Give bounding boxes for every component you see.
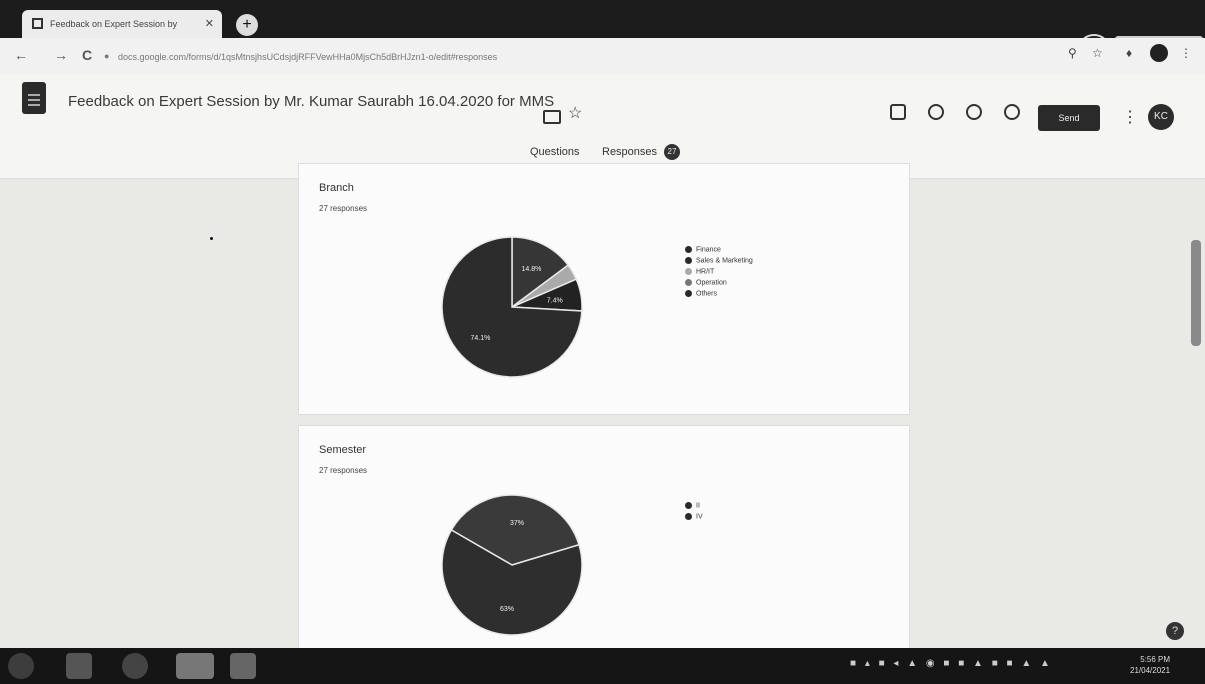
browser-tab-bar: Feedback on Expert Session by ✕ + — [0, 0, 1205, 56]
lock-icon: ● — [104, 51, 110, 61]
slice-data-label: 63% — [500, 606, 514, 613]
folder-icon[interactable] — [543, 110, 561, 124]
more-options-icon[interactable]: ⋮ — [1122, 107, 1138, 127]
legend-item: Finance — [685, 246, 753, 257]
slice-data-label: 7.4% — [547, 297, 563, 304]
response-count: 27 responses — [319, 466, 368, 475]
tab-questions[interactable]: Questions — [530, 146, 580, 158]
branch-pie-chart: 14.8% 7.4% 74.1% — [441, 236, 583, 378]
legend-label: HR/IT — [696, 268, 715, 276]
branch-summary-card: Branch 27 responses 14.8% 7.4% 74.1% Finan… — [298, 163, 910, 415]
scrollbar-thumb[interactable] — [1191, 240, 1201, 346]
legend-item: Others — [685, 290, 753, 301]
legend-swatch — [685, 279, 692, 286]
legend-swatch — [685, 502, 692, 509]
system-tray-icons[interactable]: ■ ▴ ■ ◂ ▲ ◉ ■ ■ ▲ ■ ■ ▲ ▲ — [850, 658, 1053, 669]
browser-menu-icon[interactable]: ⋮ — [1180, 46, 1192, 60]
response-count: 27 responses — [319, 204, 368, 213]
legend-item: Operation — [685, 279, 753, 290]
bookmark-star-icon[interactable]: ☆ — [1092, 46, 1103, 60]
addon-icon[interactable] — [890, 104, 906, 120]
legend-label: Sales & Marketing — [696, 257, 753, 265]
legend-swatch — [685, 513, 692, 520]
slice-data-label: 37% — [510, 520, 524, 527]
question-title: Semester — [319, 444, 367, 456]
legend-label: Operation — [696, 279, 727, 287]
legend-item: IV — [685, 513, 703, 524]
system-clock[interactable]: 5:56 PM 21/04/2021 — [1130, 654, 1170, 676]
question-title: Branch — [319, 182, 354, 194]
responses-count-badge: 27 — [664, 144, 680, 160]
legend-swatch — [685, 246, 692, 253]
address-bar-row: ← → C ● docs.google.com/forms/d/1qsMtnsj… — [0, 38, 1205, 74]
legend-swatch — [685, 268, 692, 275]
forms-logo-icon[interactable] — [22, 82, 46, 114]
form-title[interactable]: Feedback on Expert Session by Mr. Kumar … — [68, 93, 554, 110]
chrome-taskbar-icon[interactable] — [176, 653, 214, 679]
clock-date: 21/04/2021 — [1130, 666, 1171, 675]
browser-tab[interactable]: Feedback on Expert Session by ✕ — [22, 10, 222, 38]
close-tab-icon[interactable]: ✕ — [205, 17, 214, 30]
taskbar: ■ ▴ ■ ◂ ▲ ◉ ■ ■ ▲ ■ ■ ▲ ▲ 5:56 PM 21/04/… — [0, 648, 1205, 684]
tab-responses[interactable]: Responses — [602, 146, 657, 158]
tab-title: Feedback on Expert Session by — [50, 19, 178, 29]
speck — [210, 237, 213, 240]
media-player-icon[interactable] — [122, 653, 148, 679]
legend-label: IV — [696, 513, 703, 521]
branch-legend: Finance Sales & Marketing HR/IT Operatio… — [685, 246, 753, 301]
preview-eye-icon[interactable] — [966, 104, 982, 120]
start-button[interactable] — [8, 653, 34, 679]
settings-gear-icon[interactable] — [1004, 104, 1020, 120]
forms-favicon-icon — [32, 18, 43, 29]
semester-legend: II IV — [685, 502, 703, 524]
legend-label: Finance — [696, 246, 721, 254]
profile-avatar-icon[interactable] — [1150, 44, 1168, 62]
clock-time: 5:56 PM — [1140, 655, 1171, 664]
extension-icon[interactable]: ♦ — [1126, 46, 1132, 60]
legend-item: HR/IT — [685, 268, 753, 279]
reload-button[interactable]: C — [82, 47, 92, 63]
forward-button[interactable]: → — [54, 47, 68, 63]
legend-swatch — [685, 290, 692, 297]
semester-summary-card: Semester 27 responses 37% 63% II IV — [298, 425, 910, 657]
help-icon[interactable]: ? — [1166, 622, 1184, 640]
explorer-icon[interactable] — [66, 653, 92, 679]
palette-icon[interactable] — [928, 104, 944, 120]
legend-item: Sales & Marketing — [685, 257, 753, 268]
slice-data-label: 14.8% — [522, 266, 542, 273]
back-button[interactable]: ← — [14, 47, 28, 63]
legend-swatch — [685, 257, 692, 264]
slice-data-label: 74.1% — [471, 335, 491, 342]
star-icon[interactable]: ☆ — [568, 103, 582, 123]
new-tab-button[interactable]: + — [236, 14, 258, 36]
account-avatar[interactable]: KC — [1148, 104, 1174, 130]
legend-label: II — [696, 502, 700, 510]
paint-taskbar-icon[interactable] — [230, 653, 256, 679]
url-field[interactable]: docs.google.com/forms/d/1qsMtnsjhsUCdsjd… — [118, 52, 678, 62]
legend-item: II — [685, 502, 703, 513]
search-icon[interactable]: ⚲ — [1068, 46, 1077, 60]
legend-label: Others — [696, 290, 718, 298]
semester-pie-chart: 37% 63% — [441, 494, 583, 636]
send-button[interactable]: Send — [1038, 105, 1100, 131]
